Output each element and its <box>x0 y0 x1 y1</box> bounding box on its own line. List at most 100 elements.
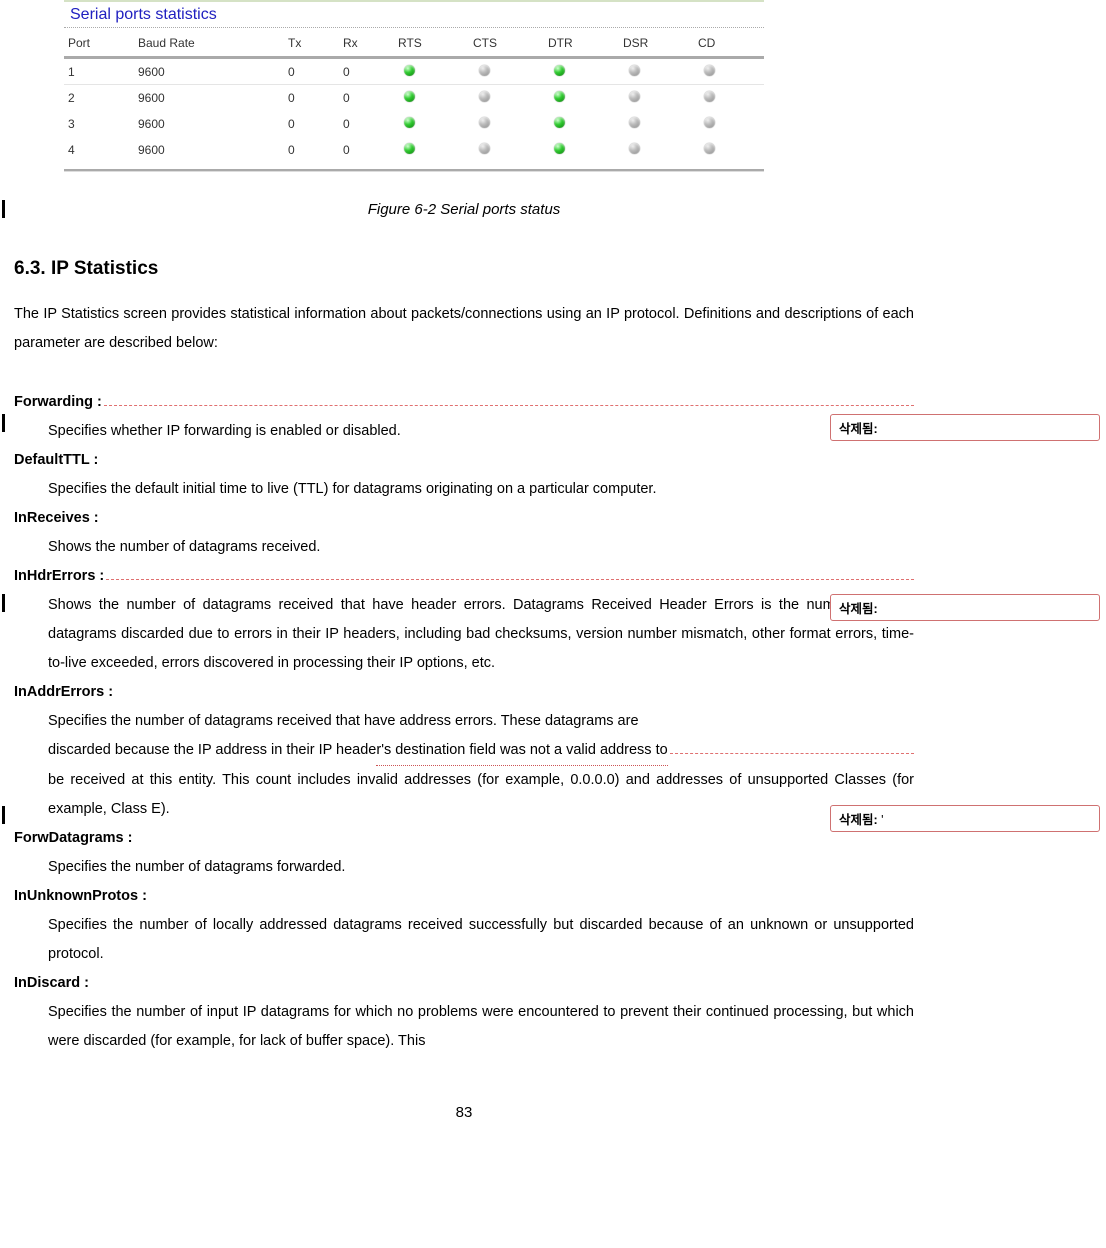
change-bar <box>2 414 5 432</box>
term-text: DefaultTTL : <box>14 452 98 468</box>
led-off-icon <box>704 65 715 76</box>
cell-dsr <box>619 137 694 163</box>
cell-rts <box>394 137 469 163</box>
definition-term: ForwDatagrams : <box>14 824 914 853</box>
desc-text: Specifies the number of datagrams receiv… <box>48 707 914 736</box>
cell-tx: 0 <box>284 137 339 163</box>
cell-baud: 9600 <box>134 85 284 111</box>
led-on-icon <box>404 91 415 102</box>
cell-dsr <box>619 58 694 86</box>
led-off-icon <box>479 117 490 128</box>
term-text: InHdrErrors : <box>14 562 104 591</box>
cell-port: 4 <box>64 137 134 163</box>
term-text: InAddrErrors : <box>14 684 113 700</box>
definition-term: Forwarding : <box>14 388 914 417</box>
led-on-icon <box>554 91 565 102</box>
led-off-icon <box>704 143 715 154</box>
comment-box: 삭제됨: <box>830 414 1100 441</box>
table-row: 3960000 <box>64 111 764 137</box>
led-off-icon <box>704 117 715 128</box>
led-off-icon <box>479 143 490 154</box>
cell-cd <box>694 85 764 111</box>
intro-paragraph: The IP Statistics screen provides statis… <box>14 300 914 358</box>
cell-cd <box>694 137 764 163</box>
cell-cts <box>469 111 544 137</box>
comment-label: 삭제됨: <box>839 602 878 616</box>
table-row: 2960000 <box>64 85 764 111</box>
change-bar <box>2 806 5 824</box>
definition-desc: Specifies the number of datagrams receiv… <box>48 707 914 824</box>
definition-desc: Shows the number of datagrams received. <box>48 533 914 562</box>
panel-divider <box>64 169 764 171</box>
section-heading: 6.3. IP Statistics <box>14 258 914 280</box>
cell-dsr <box>619 85 694 111</box>
cell-dtr <box>544 58 619 86</box>
cell-cd <box>694 111 764 137</box>
comment-box: 삭제됨: <box>830 594 1100 621</box>
cell-rts <box>394 111 469 137</box>
cell-port: 2 <box>64 85 134 111</box>
definition-term: InAddrErrors : <box>14 678 914 707</box>
definition-desc: Specifies the number of datagrams forwar… <box>48 853 914 882</box>
leader-line-icon <box>670 746 914 754</box>
leader-line-icon <box>106 572 914 580</box>
cell-rts <box>394 58 469 86</box>
desc-text: discarded because the IP address in thei… <box>48 736 376 765</box>
cell-port: 1 <box>64 58 134 86</box>
definition-desc: Specifies the default initial time to li… <box>48 475 914 504</box>
led-off-icon <box>479 91 490 102</box>
term-text: InDiscard : <box>14 975 89 991</box>
comment-label: 삭제됨: <box>839 813 878 827</box>
revised-text: r's destination field was not a valid ad… <box>376 736 667 766</box>
definition-term: InUnknownProtos : <box>14 882 914 911</box>
figure-caption: Figure 6-2 Serial ports status <box>14 201 914 218</box>
cell-rx: 0 <box>339 111 394 137</box>
col-cts: CTS <box>469 28 544 58</box>
panel-title: Serial ports statistics <box>64 3 764 28</box>
cell-tx: 0 <box>284 111 339 137</box>
cell-cts <box>469 58 544 86</box>
definition-desc: Specifies the number of locally addresse… <box>48 911 914 969</box>
definition-desc: Shows the number of datagrams received t… <box>48 591 914 678</box>
led-off-icon <box>629 143 640 154</box>
term-text: ForwDatagrams : <box>14 830 132 846</box>
led-off-icon <box>479 65 490 76</box>
table-header-row: Port Baud Rate Tx Rx RTS CTS DTR DSR CD <box>64 28 764 58</box>
definitions-list: Forwarding :Specifies whether IP forward… <box>14 388 914 1056</box>
cell-rx: 0 <box>339 137 394 163</box>
cell-baud: 9600 <box>134 58 284 86</box>
table-row: 4960000 <box>64 137 764 163</box>
led-off-icon <box>629 65 640 76</box>
col-dsr: DSR <box>619 28 694 58</box>
cell-dtr <box>544 85 619 111</box>
table-row: 1960000 <box>64 58 764 86</box>
cell-cts <box>469 85 544 111</box>
definition-term: InDiscard : <box>14 969 914 998</box>
comment-label: 삭제됨: <box>839 422 878 436</box>
cell-baud: 9600 <box>134 137 284 163</box>
serial-ports-panel: Serial ports statistics Port Baud Rate T… <box>64 0 764 171</box>
definition-desc: Specifies the number of input IP datagra… <box>48 998 914 1056</box>
led-on-icon <box>404 143 415 154</box>
cell-rts <box>394 85 469 111</box>
cell-tx: 0 <box>284 58 339 86</box>
cell-dtr <box>544 137 619 163</box>
desc-text: be received at this entity. This count i… <box>48 766 914 824</box>
cell-cd <box>694 58 764 86</box>
definition-term: InHdrErrors : <box>14 562 914 591</box>
definition-term: DefaultTTL : <box>14 446 914 475</box>
led-on-icon <box>554 143 565 154</box>
col-baud: Baud Rate <box>134 28 284 58</box>
cell-cts <box>469 137 544 163</box>
led-on-icon <box>404 65 415 76</box>
col-dtr: DTR <box>544 28 619 58</box>
leader-line-icon <box>104 398 914 406</box>
cell-port: 3 <box>64 111 134 137</box>
led-on-icon <box>554 117 565 128</box>
led-on-icon <box>404 117 415 128</box>
col-port: Port <box>64 28 134 58</box>
col-cd: CD <box>694 28 764 58</box>
term-text: InReceives : <box>14 510 99 526</box>
col-rx: Rx <box>339 28 394 58</box>
cell-tx: 0 <box>284 85 339 111</box>
